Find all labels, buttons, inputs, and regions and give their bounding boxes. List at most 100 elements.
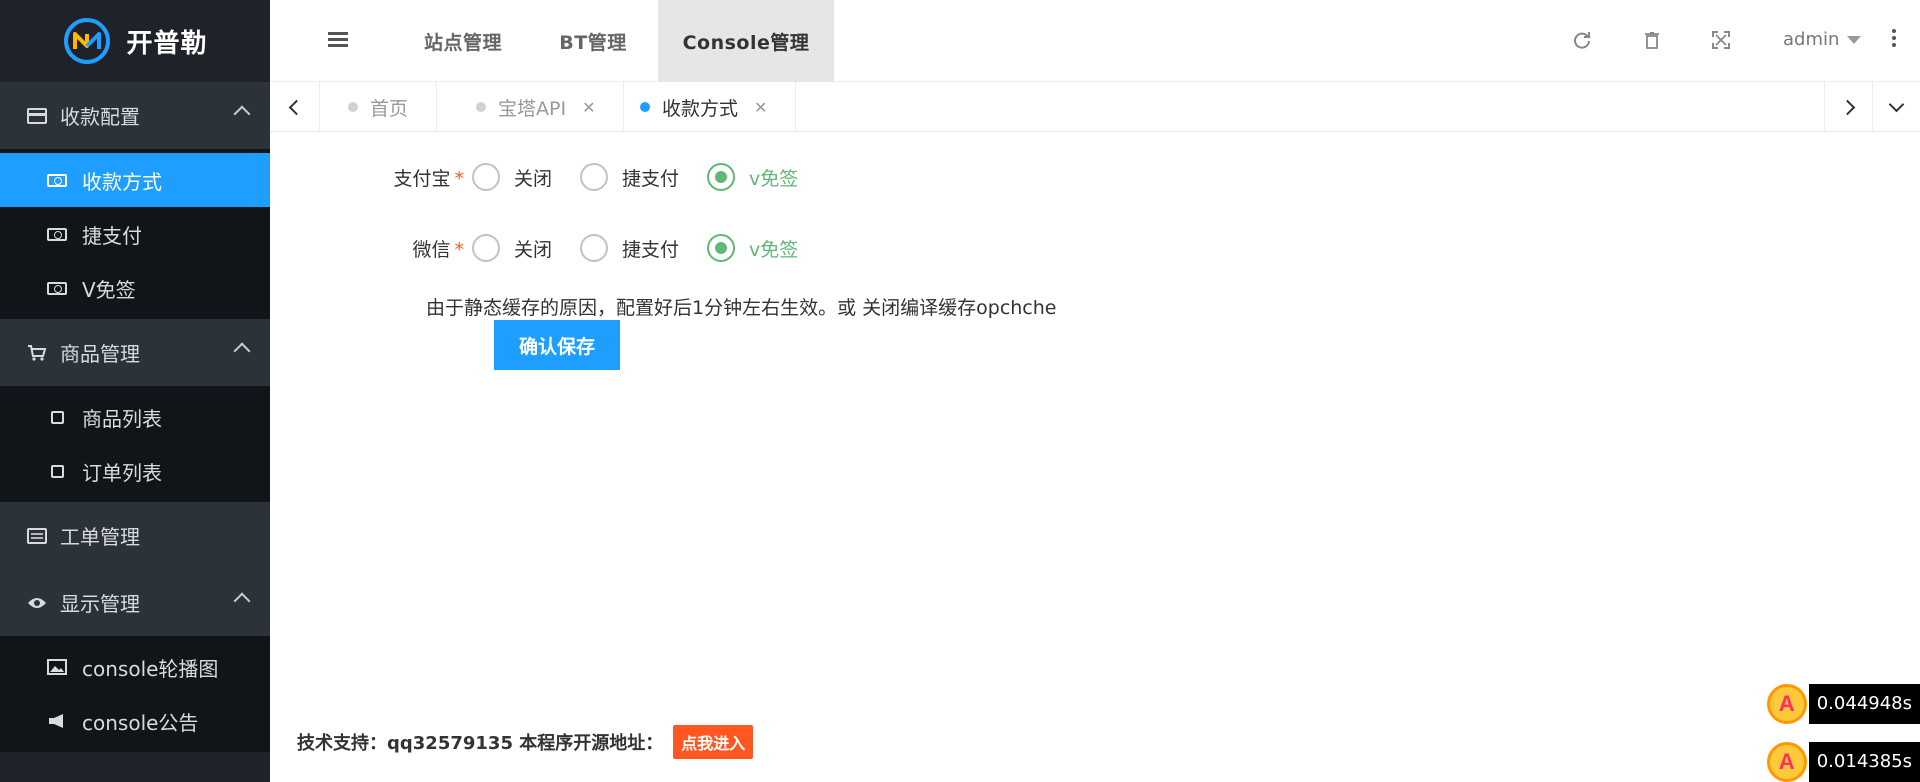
nav-head-goods-management[interactable]: 商品管理 (0, 319, 270, 386)
sidebar-item-label: 收款方式 (82, 169, 162, 194)
tab-dot-icon (476, 102, 486, 112)
form-row-wechat: 微信 * 关闭 捷支付 v免签 (270, 228, 826, 268)
more-vertical-icon[interactable] (1891, 29, 1897, 51)
nav-head-label: 显示管理 (60, 592, 140, 616)
nav-sub-payment: 收款方式 捷支付 V免签 (0, 149, 270, 319)
radio-alipay-vmianqian[interactable]: v免签 (707, 163, 798, 191)
radio-alipay-off[interactable]: 关闭 (472, 163, 552, 191)
form-label-alipay: 支付宝 * (393, 167, 464, 190)
radio-alipay-jiepay[interactable]: 捷支付 (580, 163, 679, 191)
radio-wechat-jiepay[interactable]: 捷支付 (580, 234, 679, 262)
radio-circle (472, 163, 500, 191)
sidebar-item-label: 订单列表 (82, 460, 162, 485)
radio-circle (580, 163, 609, 191)
nav-head-ticket-management[interactable]: 工单管理 (0, 502, 270, 569)
footer-text: 技术支持：qq32579135 本程序开源地址： (297, 733, 664, 754)
page-tab-home[interactable]: 首页 (320, 82, 438, 132)
page-tab-label: 首页 (370, 97, 409, 120)
tabs-scroll-right-icon[interactable] (1824, 82, 1874, 132)
radio-wechat-off[interactable]: 关闭 (472, 234, 552, 262)
timer-badge: A 0.044948s (1766, 684, 1920, 724)
top-header: 站点管理 BT管理 Console管理 admin (270, 0, 1920, 82)
nav-group-goods: 商品管理 商品列表 订单列表 (0, 319, 270, 502)
money-icon (46, 280, 68, 296)
tab-dot-icon (640, 102, 650, 112)
radio-wechat-vmianqian[interactable]: v免签 (707, 234, 798, 262)
square-icon (46, 463, 68, 479)
tabs-scroll-left-icon[interactable] (270, 82, 320, 132)
radio-circle (580, 234, 609, 262)
menu-toggle-icon[interactable] (328, 32, 348, 48)
radio-circle (707, 163, 736, 191)
sidebar-item-order-list[interactable]: 订单列表 (0, 444, 270, 498)
sidebar-item-label: 商品列表 (82, 406, 162, 431)
sidebar-item-label: console轮播图 (82, 656, 219, 681)
tab-bt-management[interactable]: BT管理 (528, 0, 658, 82)
sidebar-item-goods-list[interactable]: 商品列表 (0, 390, 270, 444)
username: admin (1783, 29, 1840, 50)
sidebar-item-announcement[interactable]: console公告 (0, 694, 270, 748)
close-icon[interactable]: ✕ (582, 98, 595, 117)
cart-icon (26, 344, 48, 362)
nav-group-display: 显示管理 console轮播图 console公告 (0, 569, 270, 752)
tab-site-management[interactable]: 站点管理 (398, 0, 528, 82)
sidebar-item-jie-pay[interactable]: 捷支付 (0, 207, 270, 261)
caret-down-icon (1847, 35, 1862, 44)
eye-icon (26, 594, 48, 612)
sidebar-item-v-mianqian[interactable]: V免签 (0, 261, 270, 315)
timer-value: 0.014385s (1808, 742, 1920, 782)
megaphone-icon (46, 713, 68, 729)
page-tab-label: 收款方式 (662, 97, 739, 120)
logo-text: 开普勒 (126, 28, 208, 59)
card-icon (26, 107, 48, 125)
form-row-alipay: 支付宝 * 关闭 捷支付 v免签 (270, 157, 826, 197)
page-tab-label: 宝塔API (498, 97, 567, 120)
chevron-up-icon (233, 592, 251, 610)
nav-head-label: 收款配置 (60, 105, 140, 129)
open-source-link[interactable]: 点我进入 (673, 725, 754, 759)
fullscreen-icon[interactable] (1711, 30, 1731, 50)
tabs-dropdown-icon[interactable] (1872, 82, 1920, 132)
sidebar-item-label: console公告 (82, 710, 199, 735)
list-icon (26, 527, 48, 545)
sidebar-item-label: 捷支付 (82, 223, 142, 248)
radio-circle (472, 234, 500, 262)
timer-badge: A 0.014385s (1766, 742, 1920, 782)
refresh-icon[interactable] (1572, 30, 1592, 50)
footer: 技术支持：qq32579135 本程序开源地址： 点我进入 (297, 725, 754, 759)
sidebar-item-carousel[interactable]: console轮播图 (0, 640, 270, 694)
chevron-up-icon (233, 105, 251, 123)
tab-console-management[interactable]: Console管理 (658, 0, 834, 82)
page-tab-bt-api[interactable]: 宝塔API ✕ (448, 82, 625, 132)
radio-circle (707, 234, 736, 262)
money-icon (46, 172, 68, 188)
money-icon (46, 226, 68, 242)
close-icon[interactable]: ✕ (754, 98, 767, 117)
user-menu[interactable]: admin (1783, 29, 1862, 50)
page-tabs-bar: 首页 宝塔API ✕ 收款方式 ✕ (270, 82, 1920, 132)
nav-head-label: 工单管理 (60, 525, 140, 549)
cache-note: 由于静态缓存的原因，配置好后1分钟左右生效。或 关闭编译缓存opchche (426, 297, 1057, 319)
nav-group-payment: 收款配置 收款方式 捷支付 V免签 (0, 82, 270, 319)
sidebar: 开普勒 收款配置 收款方式 捷支付 V免签 商品管理 商品列表 订单列表 工单管… (0, 0, 270, 782)
image-icon (46, 659, 68, 675)
sidebar-item-payment-method[interactable]: 收款方式 (0, 153, 270, 207)
save-button[interactable]: 确认保存 (494, 320, 620, 370)
logo-icon (64, 18, 111, 64)
nav-sub-display: console轮播图 console公告 (0, 636, 270, 752)
trash-icon[interactable] (1642, 30, 1662, 50)
nav-head-label: 商品管理 (60, 342, 140, 366)
nav-sub-goods: 商品列表 订单列表 (0, 386, 270, 502)
tab-dot-icon (348, 102, 358, 112)
page-tab-payment-method[interactable]: 收款方式 ✕ (612, 82, 797, 132)
chevron-up-icon (233, 342, 251, 360)
nav-head-display-management[interactable]: 显示管理 (0, 569, 270, 636)
nav-head-payment-config[interactable]: 收款配置 (0, 82, 270, 149)
timer-logo-icon: A (1766, 742, 1807, 782)
logo[interactable]: 开普勒 (0, 0, 270, 82)
sidebar-item-label: V免签 (82, 277, 136, 302)
timer-logo-icon: A (1766, 684, 1807, 724)
square-icon (46, 409, 68, 425)
nav-group-ticket: 工单管理 (0, 502, 270, 569)
form-label-wechat: 微信 * (412, 238, 464, 261)
